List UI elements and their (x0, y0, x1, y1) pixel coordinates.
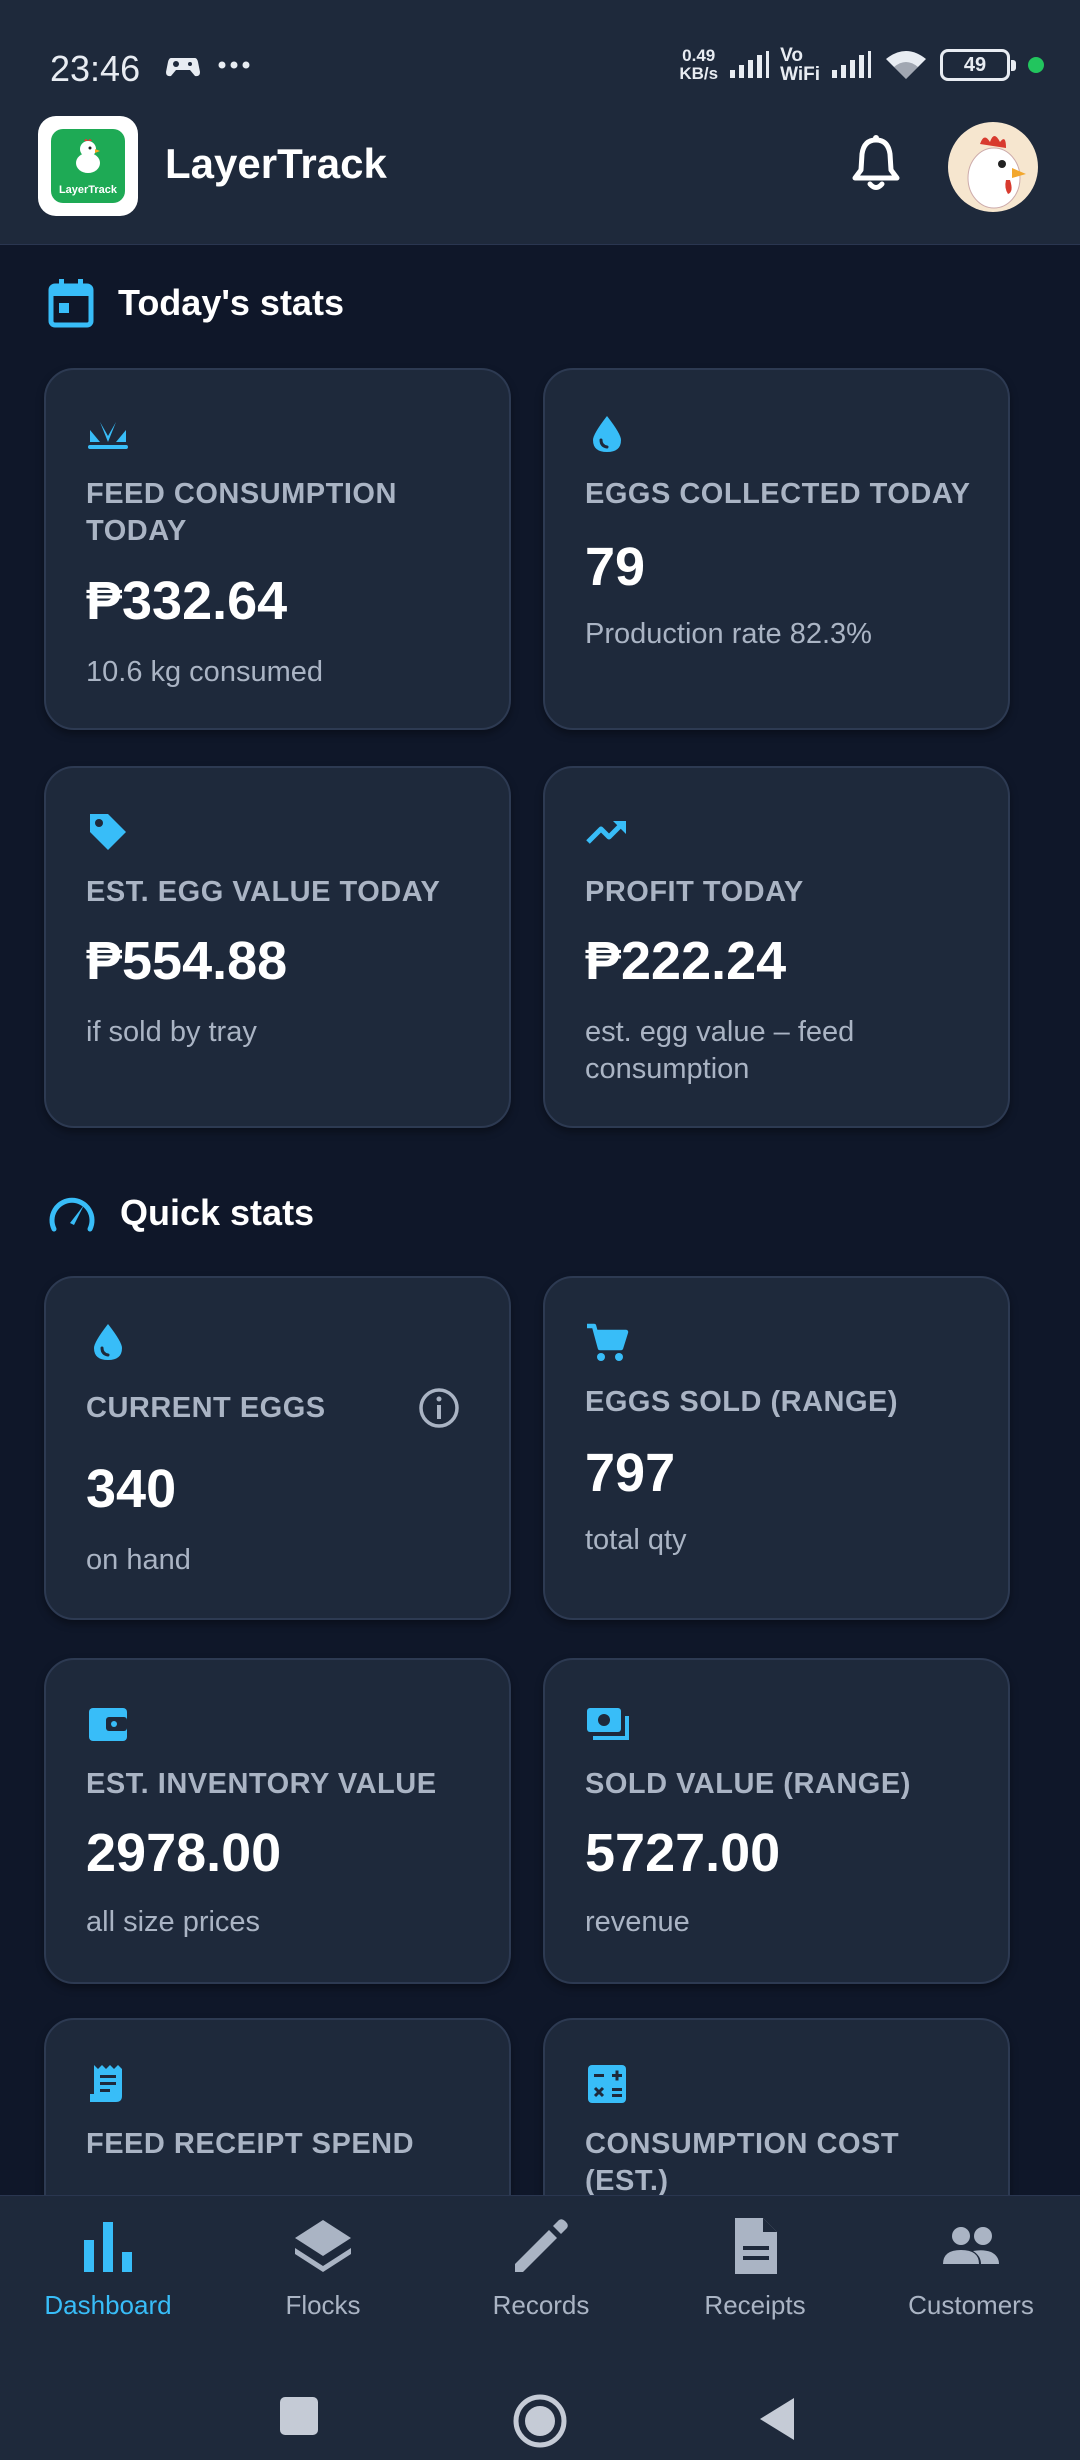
todays-stats-header: Today's stats (48, 278, 344, 328)
calculator-icon (588, 2065, 626, 2103)
vowifi-indicator: Vo WiFi (780, 45, 820, 85)
stat-subtext: all size prices (86, 1906, 261, 1938)
recents-square-icon[interactable] (278, 2395, 320, 2437)
status-left-icons (165, 50, 251, 80)
stat-card-sold-value[interactable]: SOLD VALUE (RANGE) 5727.00 revenue (543, 1658, 1010, 1984)
app-title: LayerTrack (165, 140, 387, 187)
stat-subtext: 10.6 kg consumed (86, 656, 323, 688)
stat-subtext: est. egg value – feed consumption (585, 1016, 855, 1085)
stat-label: EGGS SOLD (RANGE) (585, 1386, 899, 1418)
nav-item-flocks[interactable]: Flocks (223, 2214, 423, 2321)
stat-value: 5727.00 (585, 1823, 781, 1883)
bottom-navigation: Dashboard Flocks Records Receipts Custom… (0, 2195, 1080, 2340)
info-icon[interactable] (417, 1386, 461, 1430)
back-triangle-icon[interactable] (756, 2394, 798, 2444)
stat-subtext: if sold by tray (86, 1016, 257, 1048)
section-title: Today's stats (118, 282, 344, 323)
nav-label: Dashboard (44, 2290, 172, 2320)
stat-label: FEED RECEIPT SPEND (86, 2128, 415, 2160)
stat-label: EST. INVENTORY VALUE (86, 1768, 437, 1800)
nav-item-records[interactable]: Records (441, 2214, 641, 2321)
price-tag-icon (90, 814, 126, 850)
signal-icon-2 (832, 51, 871, 78)
egg-drop-icon (94, 1324, 122, 1360)
nav-label: Receipts (704, 2290, 806, 2320)
stat-value: 2978.00 (86, 1823, 282, 1883)
stat-label: CONSUMPTION COST (EST.) (585, 2128, 900, 2197)
quick-stats-header: Quick stats (48, 1192, 314, 1234)
calendar-icon (48, 279, 94, 328)
wifi-icon (886, 51, 926, 79)
wallet-icon (89, 1708, 127, 1741)
feed-sprout-icon (88, 422, 128, 449)
stat-card-eggs-sold[interactable]: EGGS SOLD (RANGE) 797 total qty (543, 1276, 1010, 1620)
stat-label: PROFIT TODAY (585, 876, 804, 908)
stat-label: SOLD VALUE (RANGE) (585, 1768, 911, 1800)
logo-text: LayerTrack (58, 184, 118, 196)
stat-subtext: on hand (86, 1544, 191, 1576)
user-avatar[interactable] (948, 122, 1038, 212)
nav-item-dashboard[interactable]: Dashboard (8, 2214, 208, 2321)
status-bar: 23:46 0.49 KB/s Vo WiFi 49 (0, 0, 1080, 110)
stat-card-est-egg-value[interactable]: EST. EGG VALUE TODAY ₱554.88 if sold by … (44, 766, 511, 1128)
chicken-logo-icon (76, 139, 100, 173)
people-icon (943, 2227, 999, 2264)
stat-card-current-eggs[interactable]: CURRENT EGGS 340 on hand (44, 1276, 511, 1620)
more-dots-icon (218, 61, 250, 69)
rooster-avatar-icon (967, 136, 1026, 209)
status-time: 23:46 (50, 48, 141, 89)
receipt-icon (90, 2065, 122, 2102)
nav-item-receipts[interactable]: Receipts (655, 2214, 855, 2321)
privacy-indicator-dot (1028, 57, 1044, 73)
speedometer-icon (49, 1197, 95, 1232)
stat-subtext: total qty (585, 1524, 687, 1556)
bar-chart-icon (84, 2222, 132, 2272)
nav-label: Customers (908, 2290, 1034, 2320)
notifications-bell-icon[interactable] (848, 134, 904, 194)
pencil-icon (515, 2219, 568, 2272)
stat-value: ₱332.64 (86, 571, 288, 631)
trending-up-icon (586, 821, 626, 844)
stat-subtext: Production rate 82.3% (585, 618, 872, 650)
stat-card-profit-today[interactable]: PROFIT TODAY ₱222.24 est. egg value – fe… (543, 766, 1010, 1128)
stat-value: ₱554.88 (86, 931, 288, 991)
stat-value: 340 (86, 1459, 177, 1519)
stat-card-est-inventory-value[interactable]: EST. INVENTORY VALUE 2978.00 all size pr… (44, 1658, 511, 1984)
cash-icon (587, 1708, 629, 1740)
stat-value: ₱222.24 (585, 931, 787, 991)
network-speed: 0.49 KB/s (679, 46, 719, 83)
nav-item-customers[interactable]: Customers (871, 2214, 1071, 2321)
status-right-icons: 0.49 KB/s Vo WiFi 49 (679, 46, 1044, 84)
stat-label: EGGS COLLECTED TODAY (585, 478, 971, 510)
stat-value: 79 (585, 537, 646, 597)
signal-icon (730, 51, 770, 78)
stat-label: EST. EGG VALUE TODAY (86, 876, 441, 908)
battery-indicator: 49 (940, 49, 1016, 81)
nav-label: Records (492, 2290, 590, 2320)
home-circle-icon[interactable] (511, 2392, 569, 2450)
stat-value: 797 (585, 1443, 676, 1503)
stat-card-feed-consumption[interactable]: FEED CONSUMPTION TODAY ₱332.64 10.6 kg c… (44, 368, 511, 730)
system-navigation-bar (0, 2340, 1080, 2460)
egg-drop-icon (593, 416, 621, 452)
stat-label: FEED CONSUMPTION TODAY (86, 478, 397, 547)
section-title: Quick stats (120, 1192, 315, 1233)
stat-subtext: revenue (585, 1906, 690, 1938)
app-logo: LayerTrack (38, 116, 138, 216)
app-bar: LayerTrack LayerTrack (0, 110, 1080, 245)
game-controller-icon (166, 58, 200, 77)
document-icon (735, 2218, 777, 2274)
stat-card-eggs-collected[interactable]: EGGS COLLECTED TODAY 79 Production rate … (543, 368, 1010, 730)
cart-icon (587, 1323, 629, 1361)
nav-label: Flocks (285, 2290, 361, 2320)
layers-icon (295, 2220, 351, 2272)
